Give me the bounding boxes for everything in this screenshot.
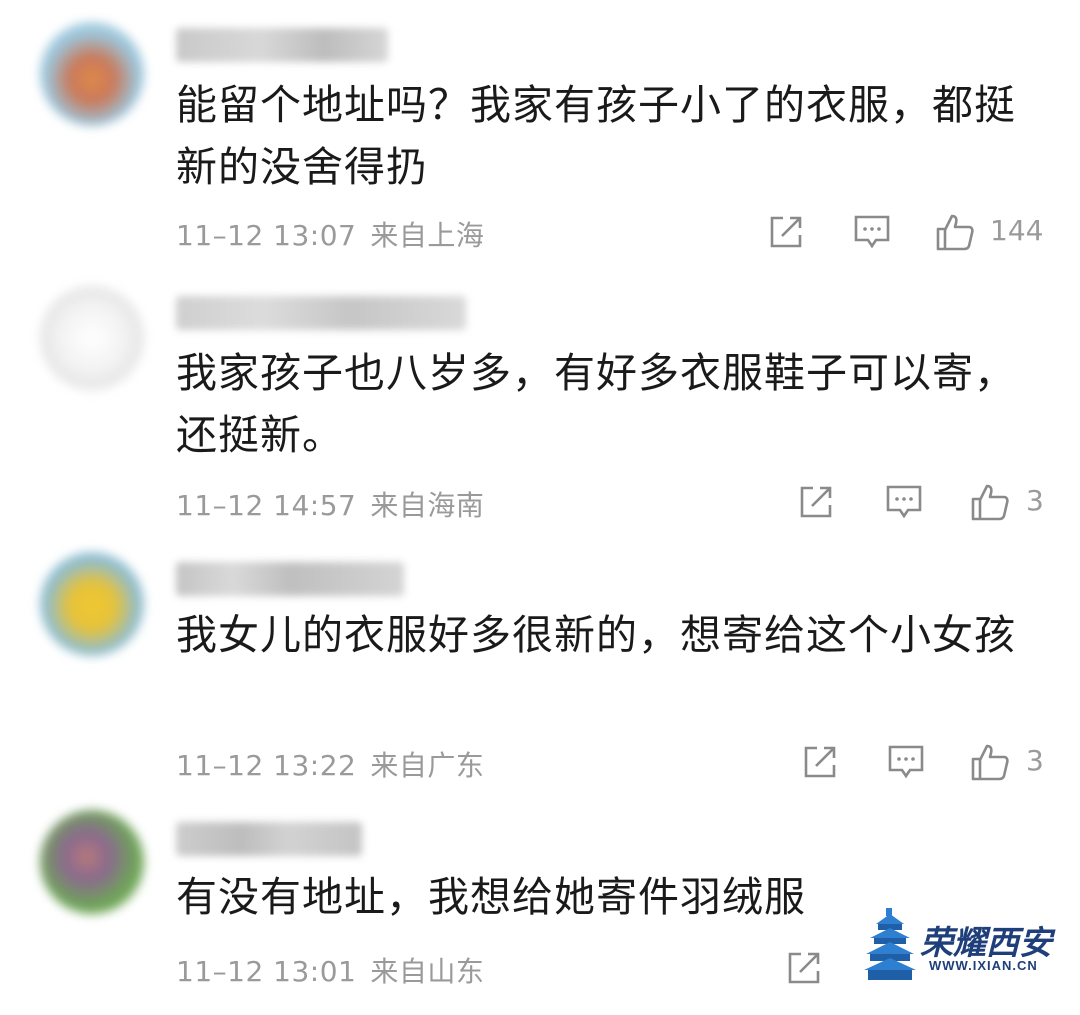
thumbs-up-icon[interactable]: [970, 482, 1010, 522]
comment-text: 我女儿的衣服好多很新的，想寄给这个小女孩: [176, 611, 1016, 659]
comment-timestamp: 11–12 13:01: [176, 955, 357, 988]
comment-timestamp: 11–12 13:22: [176, 749, 357, 782]
comment-location: 来自广东: [370, 749, 485, 782]
watermark-title: 荣耀西安: [920, 923, 1052, 962]
like-count: 144: [990, 214, 1044, 247]
reply-icon[interactable]: [886, 742, 926, 782]
reply-icon[interactable]: [852, 212, 892, 252]
watermark-logo: 荣耀西安 WWW.IXIAN.CN: [858, 906, 1058, 986]
comment-meta: 11–12 13:01 来自山东: [176, 950, 484, 990]
share-icon[interactable]: [800, 742, 840, 782]
comment-meta: 11–12 13:22 来自广东: [176, 744, 484, 784]
avatar[interactable]: [40, 286, 144, 390]
tower-icon: [864, 908, 916, 980]
avatar[interactable]: [40, 22, 144, 126]
username[interactable]: [176, 562, 404, 596]
comment-location: 来自上海: [370, 219, 485, 252]
comment-location: 来自海南: [370, 489, 485, 522]
username[interactable]: [176, 296, 466, 330]
share-icon[interactable]: [796, 482, 836, 522]
username[interactable]: [176, 822, 362, 856]
share-icon[interactable]: [766, 212, 806, 252]
share-icon[interactable]: [784, 948, 824, 988]
avatar[interactable]: [40, 810, 144, 914]
comment-text: 我家孩子也八岁多，有好多衣服鞋子可以寄，还挺新。: [176, 349, 1016, 459]
username[interactable]: [176, 28, 388, 62]
like-count: 3: [1026, 744, 1044, 777]
comment-text: 能留个地址吗？我家有孩子小了的衣服，都挺新的没舍得扔: [176, 81, 1016, 191]
avatar[interactable]: [40, 552, 144, 656]
thumbs-up-icon[interactable]: [935, 212, 975, 252]
comment-timestamp: 11–12 13:07: [176, 219, 357, 252]
comment-meta: 11–12 13:07 来自上海: [176, 214, 484, 254]
thumbs-up-icon[interactable]: [970, 742, 1010, 782]
comment-meta: 11–12 14:57 来自海南: [176, 484, 484, 524]
watermark-url: WWW.IXIAN.CN: [926, 958, 1041, 973]
comment-location: 来自山东: [370, 955, 485, 988]
comment-timestamp: 11–12 14:57: [176, 489, 357, 522]
like-count: 3: [1026, 484, 1044, 517]
reply-icon[interactable]: [884, 482, 924, 522]
